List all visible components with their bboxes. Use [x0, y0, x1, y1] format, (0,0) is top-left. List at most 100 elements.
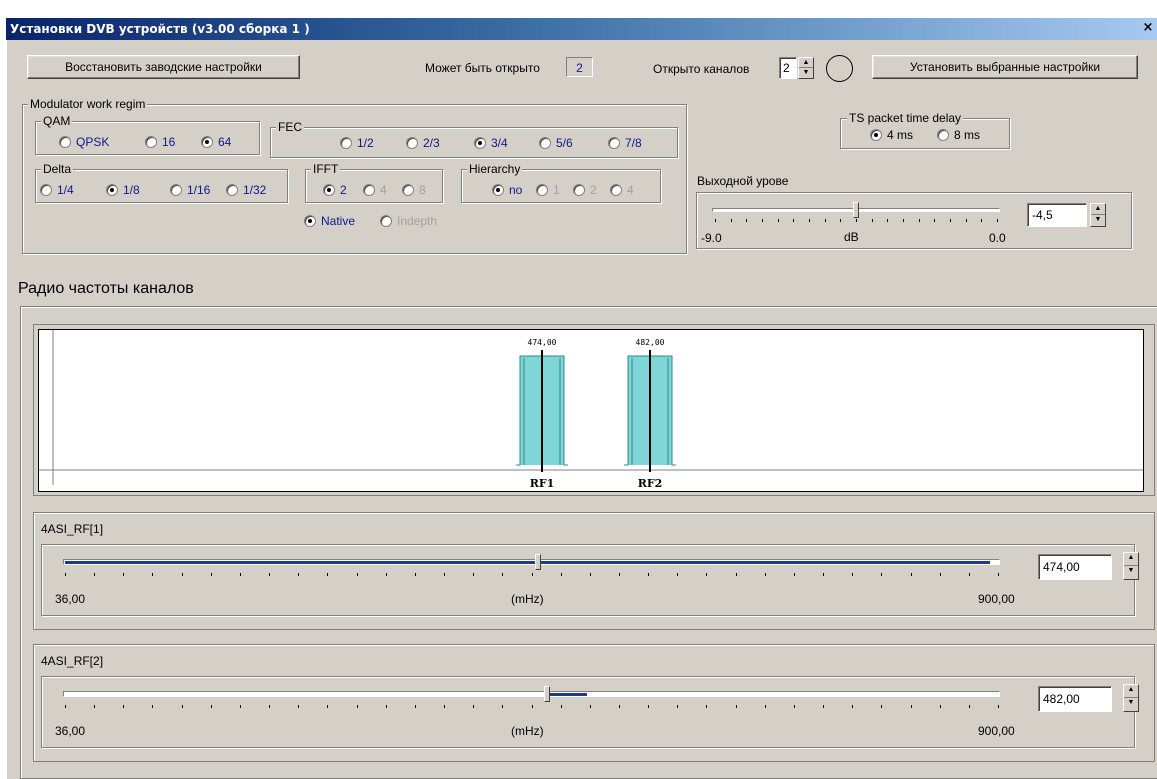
hierarchy-4-radio[interactable]: 4: [610, 183, 634, 197]
apply-settings-button[interactable]: Установить выбранные настройки: [872, 55, 1138, 79]
title-bar[interactable]: Установки DVB устройств (v3.00 сборка 1 …: [6, 18, 1157, 40]
hierarchy-no-radio[interactable]: no: [492, 183, 522, 197]
channel-freq-label: 474,00: [528, 338, 557, 347]
tick-mark: [715, 219, 716, 222]
output-level-thumb[interactable]: [853, 202, 859, 218]
fec-7-8-radio[interactable]: 7/8: [608, 136, 642, 150]
spin-up-icon[interactable]: ▲: [1124, 685, 1138, 698]
qam-64-radio[interactable]: 64: [201, 135, 231, 149]
tick-mark: [998, 573, 999, 576]
tick-mark: [181, 573, 183, 576]
restore-defaults-button[interactable]: Восстановить заводские настройки: [27, 55, 300, 79]
delta-1-8-radio[interactable]: 1/8: [106, 183, 140, 197]
window-title: Установки DVB устройств (v3.00 сборка 1 …: [10, 22, 310, 36]
ifft-4-radio[interactable]: 4: [363, 183, 387, 197]
output-level-label: Выходной урове: [697, 174, 789, 188]
tick-mark: [735, 573, 737, 576]
tick-mark: [648, 705, 650, 708]
output-level-input[interactable]: -4,5: [1027, 203, 1087, 227]
rf-track-fill: [65, 561, 990, 564]
tick-mark: [824, 219, 826, 222]
tick-mark: [152, 705, 154, 708]
rf-freq-spinner[interactable]: ▲ ▼: [1123, 684, 1139, 712]
rf-ticks: [65, 573, 999, 577]
rf-ticks: [65, 705, 999, 709]
opened-channels-label: Открыто каналов: [653, 62, 750, 76]
tick-mark: [793, 573, 795, 576]
spin-up-icon[interactable]: ▲: [1091, 204, 1105, 215]
tick-mark: [918, 219, 920, 222]
delta-1-16-radio[interactable]: 1/16: [170, 183, 210, 197]
tick-mark: [181, 705, 183, 708]
ts-delay-4ms-radio[interactable]: 4 ms: [870, 128, 913, 142]
interleave-native-radio[interactable]: Native: [304, 214, 355, 228]
can-open-label: Может быть открыто: [425, 61, 540, 75]
tick-mark: [677, 573, 679, 576]
hierarchy-2-radio[interactable]: 2: [573, 183, 597, 197]
spin-down-icon[interactable]: ▼: [1124, 566, 1138, 579]
tick-mark: [950, 219, 951, 222]
output-level-unit: dB: [844, 230, 859, 244]
tick-mark: [385, 705, 387, 708]
output-level-max: 0.0: [989, 231, 1006, 245]
qam-16-radio[interactable]: 16: [145, 135, 175, 149]
tick-mark: [65, 573, 66, 576]
ifft-2-radio[interactable]: 2: [323, 183, 347, 197]
tick-mark: [65, 705, 66, 708]
rf-thumb[interactable]: [535, 554, 541, 570]
hierarchy-1-radio[interactable]: 1: [536, 183, 560, 197]
ifft-8-radio[interactable]: 8: [402, 183, 426, 197]
rf-slider-title: 4ASI_RF[1]: [41, 522, 104, 536]
tick-mark: [730, 219, 732, 222]
rf-track[interactable]: [63, 691, 1000, 697]
tick-mark: [123, 705, 125, 708]
spin-up-icon[interactable]: ▲: [799, 58, 813, 68]
tick-mark: [677, 705, 679, 708]
tick-mark: [793, 705, 795, 708]
tick-mark: [123, 573, 125, 576]
tick-mark: [210, 573, 212, 576]
fec-2-3-radio[interactable]: 2/3: [406, 136, 440, 150]
tick-mark: [762, 219, 763, 222]
delta-1-32-radio[interactable]: 1/32: [226, 183, 266, 197]
rf-thumb[interactable]: [543, 686, 550, 702]
qam-qpsk-radio[interactable]: QPSK: [59, 135, 109, 149]
tick-mark: [502, 573, 504, 576]
tick-mark: [887, 219, 889, 222]
interleave-indepth-radio[interactable]: Indepth: [380, 214, 437, 228]
rf-max-label: 900,00: [978, 592, 1015, 606]
tick-mark: [356, 705, 358, 708]
spectrum-plot: 474,00 RF1 482,00 RF2: [38, 329, 1144, 492]
tick-mark: [965, 219, 967, 222]
tick-mark: [356, 573, 358, 576]
opened-channels-spinner[interactable]: ▲ ▼: [798, 57, 814, 79]
tick-mark: [881, 705, 883, 708]
spin-down-icon[interactable]: ▼: [799, 68, 813, 78]
tick-mark: [589, 573, 591, 576]
spin-down-icon[interactable]: ▼: [1091, 215, 1105, 226]
tick-mark: [239, 573, 241, 576]
tick-mark: [502, 705, 504, 708]
close-icon[interactable]: ×: [1141, 21, 1155, 35]
fec-5-6-radio[interactable]: 5/6: [539, 136, 573, 150]
tick-mark: [881, 573, 883, 576]
delta-1-4-radio[interactable]: 1/4: [40, 183, 74, 197]
tick-mark: [981, 219, 983, 222]
tick-mark: [910, 573, 912, 576]
tick-mark: [706, 573, 708, 576]
fec-3-4-radio[interactable]: 3/4: [474, 136, 508, 150]
tick-mark: [706, 705, 708, 708]
spin-up-icon[interactable]: ▲: [1124, 553, 1138, 566]
rf-freq-input[interactable]: 482,00: [1038, 686, 1112, 712]
tick-mark: [94, 573, 96, 576]
rf-unit-label: (mHz): [511, 724, 544, 738]
rf-freq-spinner[interactable]: ▲ ▼: [1123, 552, 1139, 580]
ts-delay-8ms-radio[interactable]: 8 ms: [937, 128, 980, 142]
tick-mark: [840, 219, 842, 222]
opened-channels-input[interactable]: 2: [779, 57, 797, 79]
tick-mark: [809, 219, 810, 222]
rf-freq-input[interactable]: 474,00: [1038, 554, 1112, 580]
spin-down-icon[interactable]: ▼: [1124, 698, 1138, 711]
output-level-spinner[interactable]: ▲ ▼: [1090, 203, 1106, 227]
fec-1-2-radio[interactable]: 1/2: [340, 136, 374, 150]
